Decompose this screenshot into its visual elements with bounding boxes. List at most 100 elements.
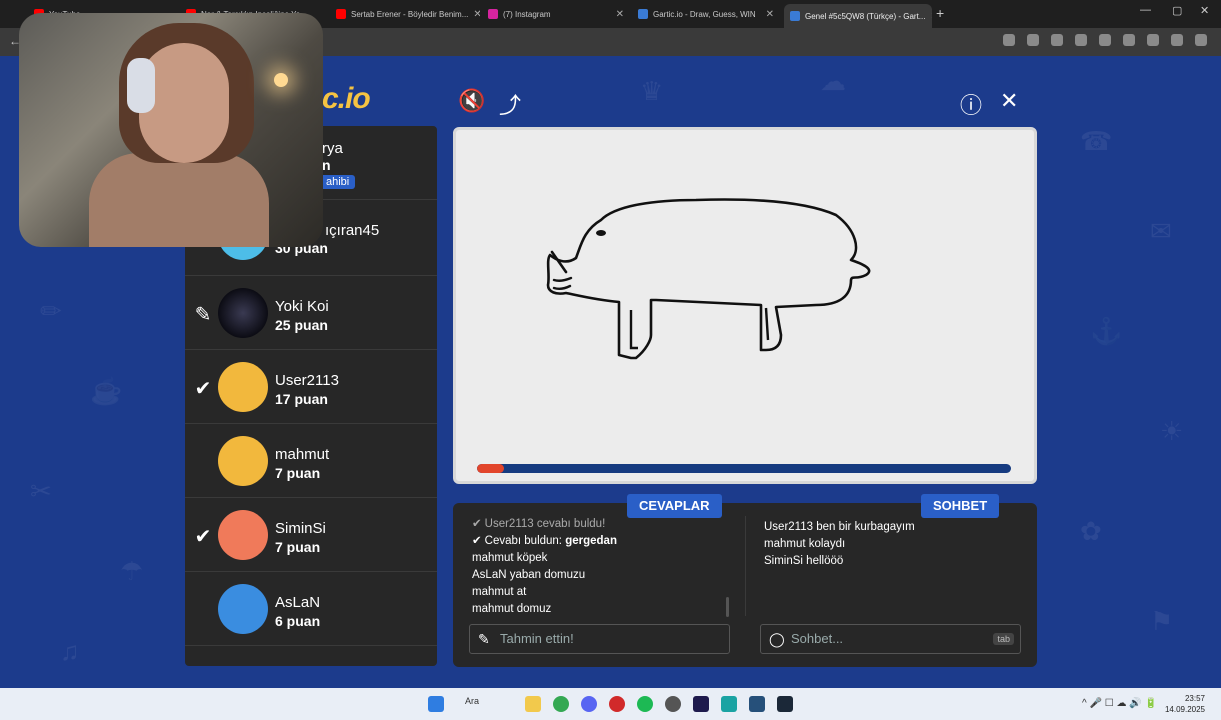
answers-list: ✔ User2113 cevabı buldu! ✔ Cevabı buldun: … <box>472 516 732 620</box>
tab-answers[interactable]: CEVAPLAR <box>627 494 722 518</box>
extension-icon[interactable] <box>1099 34 1111 46</box>
webcam-person-body <box>89 153 269 247</box>
steam-icon[interactable] <box>777 696 793 712</box>
guess-input[interactable] <box>500 631 690 646</box>
gartic-logo: c.io <box>322 82 371 115</box>
app-icon[interactable] <box>665 696 681 712</box>
close-tab-icon[interactable]: ✕ <box>473 9 480 20</box>
round-timer-bar <box>477 464 1011 473</box>
doodle-icon: ♫ <box>60 636 80 666</box>
extension-icon[interactable] <box>1123 34 1135 46</box>
youtube-icon <box>336 9 346 19</box>
player-avatar <box>218 288 268 338</box>
player-name: SiminSi <box>275 520 326 537</box>
player-avatar <box>218 510 268 560</box>
close-tab-icon[interactable]: ✕ <box>766 9 774 20</box>
close-icon[interactable]: ✕ <box>1000 88 1018 114</box>
minimize-button[interactable]: — <box>1140 4 1151 16</box>
checkmark-icon: ✔ <box>472 518 482 530</box>
extension-icon[interactable] <box>1147 34 1159 46</box>
answer-line: mahmut domuz <box>472 603 552 615</box>
instagram-icon <box>488 9 498 19</box>
browser-tab-gartic-home[interactable]: Gartic.io - Draw, Guess, WIN ✕ <box>632 4 780 24</box>
player-score: n <box>322 157 331 173</box>
chat-input[interactable] <box>791 631 981 646</box>
chat-list: User2113 ben bir kurbagayım mahmut kolay… <box>764 519 1024 570</box>
answer-text: Cevabı buldun: <box>484 535 566 547</box>
taskbar-search[interactable]: Ara <box>465 696 479 706</box>
doodle-icon: ✂ <box>30 476 52 506</box>
close-tab-icon[interactable]: ✕ <box>930 11 932 22</box>
extension-icon[interactable] <box>1075 34 1087 46</box>
answers-scrollbar[interactable] <box>726 597 729 617</box>
opera-icon[interactable] <box>609 696 625 712</box>
doodle-icon: ✉ <box>1150 216 1172 246</box>
lamp-light <box>274 73 288 87</box>
file-explorer-icon[interactable] <box>525 696 541 712</box>
browser-tab-gartic-room[interactable]: Genel #5c5QW8 (Türkçe) - Gart... ✕ <box>784 4 932 28</box>
answer-line: ✔ User2113 cevabı buldu! <box>472 516 732 533</box>
player-score: 17 puan <box>275 391 328 407</box>
share-icon[interactable]: ⤴ <box>499 88 521 120</box>
profile-icon[interactable] <box>1171 34 1183 46</box>
tab-label: (7) Instagram <box>503 9 551 19</box>
menu-icon[interactable] <box>1195 34 1207 46</box>
player-name: AsLaN <box>275 594 321 611</box>
tab-chat[interactable]: SOHBET <box>921 494 1000 518</box>
player-avatar <box>218 436 268 486</box>
info-icon[interactable]: ⓘ <box>960 88 982 120</box>
drawing-canvas[interactable] <box>453 127 1037 484</box>
taskbar-clock[interactable]: 23:57 14.09.2025 <box>1165 693 1205 715</box>
doodle-icon: ☂ <box>120 556 144 586</box>
after-effects-icon[interactable] <box>693 696 709 712</box>
player-score: 6 puan <box>275 613 321 629</box>
doodle-icon: ✿ <box>1080 516 1102 546</box>
system-tray[interactable]: ^ 🎤 ☐ ☁ 🔊 🔋 <box>1082 698 1157 709</box>
doodle-icon: ♛ <box>640 76 664 106</box>
chat-line: SiminSi hellööö <box>764 555 844 567</box>
windows-start-icon[interactable] <box>428 696 444 712</box>
tab-label: Genel #5c5QW8 (Türkçe) - Gart... <box>805 11 926 21</box>
extension-icon[interactable] <box>1051 34 1063 46</box>
player-score: 7 puan <box>275 539 321 555</box>
player-avatar <box>218 362 268 412</box>
chat-bubble-icon: ◯ <box>769 631 785 647</box>
panel-divider <box>745 516 746 616</box>
gartic-icon <box>790 11 800 21</box>
doodle-icon: ⚑ <box>1150 606 1174 636</box>
discord-icon[interactable] <box>581 696 597 712</box>
guess-input-box: ✎ <box>469 624 730 654</box>
spotify-icon[interactable] <box>637 696 653 712</box>
chat-line: User2113 ben bir kurbagayım <box>764 521 915 533</box>
doodle-icon: ☎ <box>1080 126 1113 156</box>
app-icon[interactable] <box>749 696 765 712</box>
sound-icon[interactable]: 🔇 <box>458 88 485 114</box>
player-row[interactable]: AsLaN 6 puan <box>185 572 437 646</box>
player-row[interactable]: ✎ Yoki Koi 25 puan <box>185 276 437 350</box>
maximize-button[interactable]: ▢ <box>1172 4 1182 17</box>
player-row[interactable]: ✔ User2113 17 puan <box>185 350 437 424</box>
tab-label: Sertab Erener - Böyledir Benim... <box>351 9 469 19</box>
rhino-drawing <box>546 198 871 360</box>
browser-tab-music[interactable]: Sertab Erener - Böyledir Benim... ✕ <box>330 4 480 24</box>
close-tab-icon[interactable]: ✕ <box>616 9 624 20</box>
clock-date: 14.09.2025 <box>1164 705 1205 714</box>
chat-input-box: ◯ tab <box>760 624 1021 654</box>
player-name: ıçıran45 <box>325 222 380 239</box>
player-row[interactable]: ✔ SiminSi 7 puan <box>185 498 437 572</box>
chrome-icon[interactable] <box>553 696 569 712</box>
doodle-icon: ☀ <box>1160 416 1184 446</box>
app-icon[interactable] <box>721 696 737 712</box>
star-icon[interactable] <box>1027 34 1039 46</box>
player-avatar <box>218 584 268 634</box>
player-name: User2113 <box>275 372 339 389</box>
headset-icon <box>127 58 155 113</box>
close-window-button[interactable]: ✕ <box>1200 4 1209 17</box>
player-row[interactable]: mahmut 7 puan <box>185 424 437 498</box>
extension-icon[interactable] <box>1003 34 1015 46</box>
new-tab-button[interactable]: + <box>936 5 944 21</box>
doodle-icon: ⚓ <box>1090 316 1123 346</box>
answer-player: User2113 <box>484 518 534 530</box>
player-name: Yoki Koi <box>275 298 329 315</box>
browser-tab-instagram[interactable]: (7) Instagram ✕ <box>482 4 630 24</box>
